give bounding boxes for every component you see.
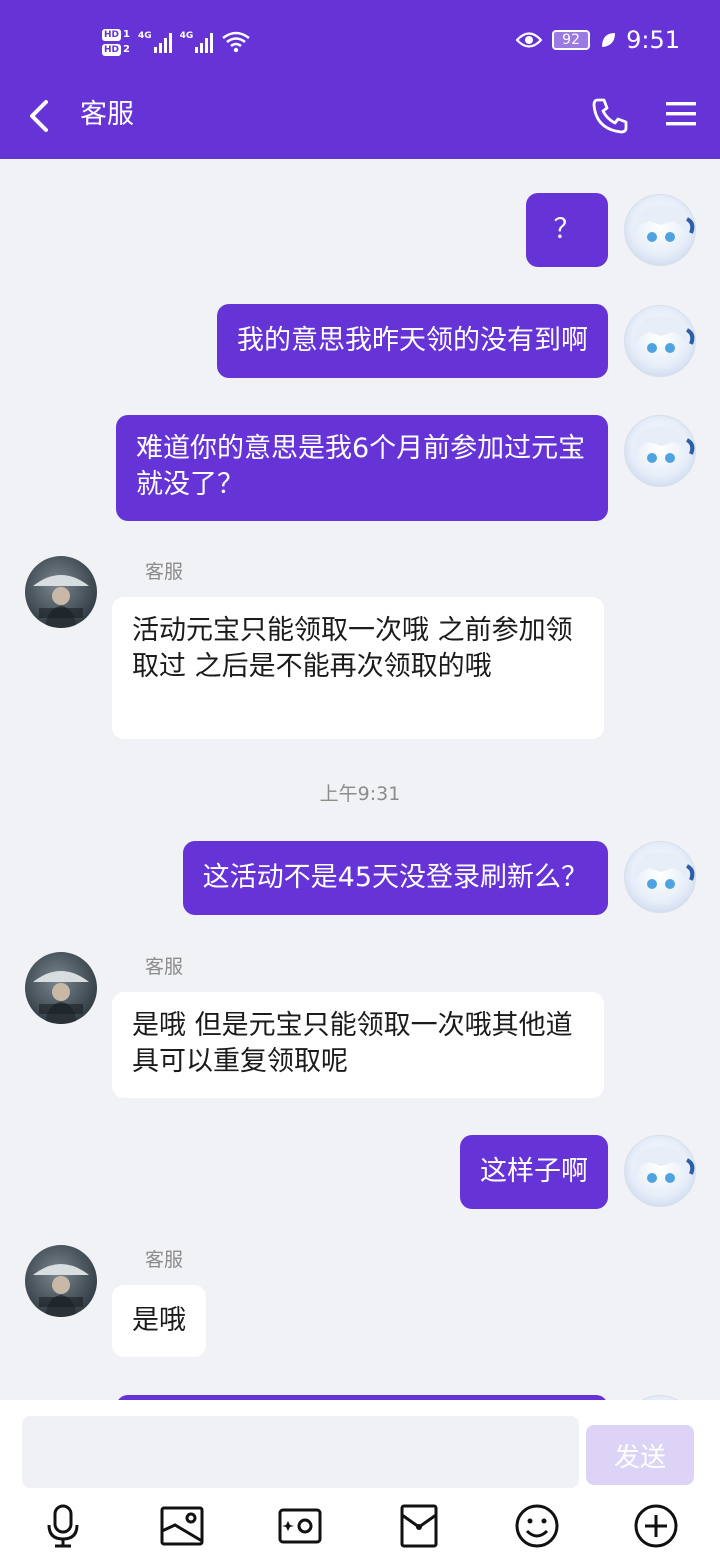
hd2-indicator: HD 2	[102, 43, 130, 56]
service-avatar[interactable]	[25, 952, 97, 1024]
anime-avatar-icon	[634, 316, 695, 353]
anime-avatar-icon	[634, 205, 695, 242]
anime-avatar-icon	[634, 426, 695, 463]
message-bubble-in[interactable]: 是哦	[112, 1285, 206, 1357]
chat-header: 客服	[0, 84, 720, 159]
plus-icon[interactable]	[633, 1503, 679, 1549]
mic-icon[interactable]	[40, 1503, 86, 1549]
sender-name: 客服	[145, 1249, 184, 1271]
message-input[interactable]	[22, 1416, 579, 1488]
message-bubble-out[interactable]: 这样子啊	[460, 1135, 608, 1209]
image-icon[interactable]	[159, 1503, 205, 1549]
message-bubble-out[interactable]: ？	[526, 193, 608, 267]
message-bubble-out[interactable]: 难道你的意思是我6个月前参加过元宝就没了？	[116, 415, 608, 521]
red-packet-icon[interactable]	[396, 1503, 442, 1549]
status-right: 92 9:51	[516, 26, 680, 54]
user-avatar[interactable]	[624, 841, 696, 913]
swordsman-avatar-icon	[33, 971, 89, 1024]
user-avatar[interactable]	[624, 415, 696, 487]
chat-area[interactable]: ？ 我的意思我昨天领的没有到啊 难道你的意思是我6个月前参加过元宝就没了？ 客服…	[0, 159, 720, 1400]
message-bubble-in[interactable]: 活动元宝只能领取一次哦 之前参加领取过 之后是不能再次领取的哦	[112, 597, 604, 739]
sender-name: 客服	[145, 956, 184, 978]
wifi-icon	[222, 31, 251, 53]
swordsman-avatar-icon	[33, 1264, 89, 1317]
user-avatar[interactable]	[624, 194, 696, 266]
composer: 发送	[0, 1400, 720, 1560]
signal-2-icon: 4G	[180, 31, 214, 53]
page-title: 客服	[80, 99, 134, 130]
service-avatar[interactable]	[25, 556, 97, 628]
clock: 9:51	[626, 26, 680, 54]
timestamp: 上午9:31	[319, 783, 401, 805]
anime-avatar-icon	[634, 1146, 695, 1183]
hd1-indicator: HD 1	[102, 28, 130, 41]
emoji-icon[interactable]	[514, 1503, 560, 1549]
anime-avatar-icon	[634, 852, 695, 889]
hd-indicators: HD 1 HD 2	[102, 28, 130, 56]
message-bubble-in[interactable]: 是哦 但是元宝只能领取一次哦其他道具可以重复领取呢	[112, 992, 604, 1098]
back-icon[interactable]	[26, 98, 56, 134]
message-bubble-out[interactable]: 这活动不是45天没登录刷新么？	[182, 841, 608, 915]
phone-icon[interactable]	[590, 96, 630, 136]
battery-indicator: 92	[552, 30, 591, 50]
service-avatar[interactable]	[25, 1245, 97, 1317]
user-avatar[interactable]	[624, 305, 696, 377]
send-button[interactable]: 发送	[586, 1425, 694, 1485]
camera-icon[interactable]	[277, 1503, 323, 1549]
signal-1-icon: 4G	[138, 31, 172, 53]
menu-icon[interactable]	[664, 98, 698, 130]
eye-icon	[516, 32, 543, 48]
status-left: HD 1 HD 2 4G 4G	[102, 20, 251, 64]
swordsman-avatar-icon	[33, 575, 89, 628]
sender-name: 客服	[145, 561, 184, 583]
status-bar: HD 1 HD 2 4G 4G 92 9:51	[0, 0, 720, 84]
message-bubble-out[interactable]: 我的意思我昨天领的没有到啊	[217, 304, 608, 378]
leaf-icon	[602, 33, 616, 47]
user-avatar[interactable]	[624, 1135, 696, 1207]
